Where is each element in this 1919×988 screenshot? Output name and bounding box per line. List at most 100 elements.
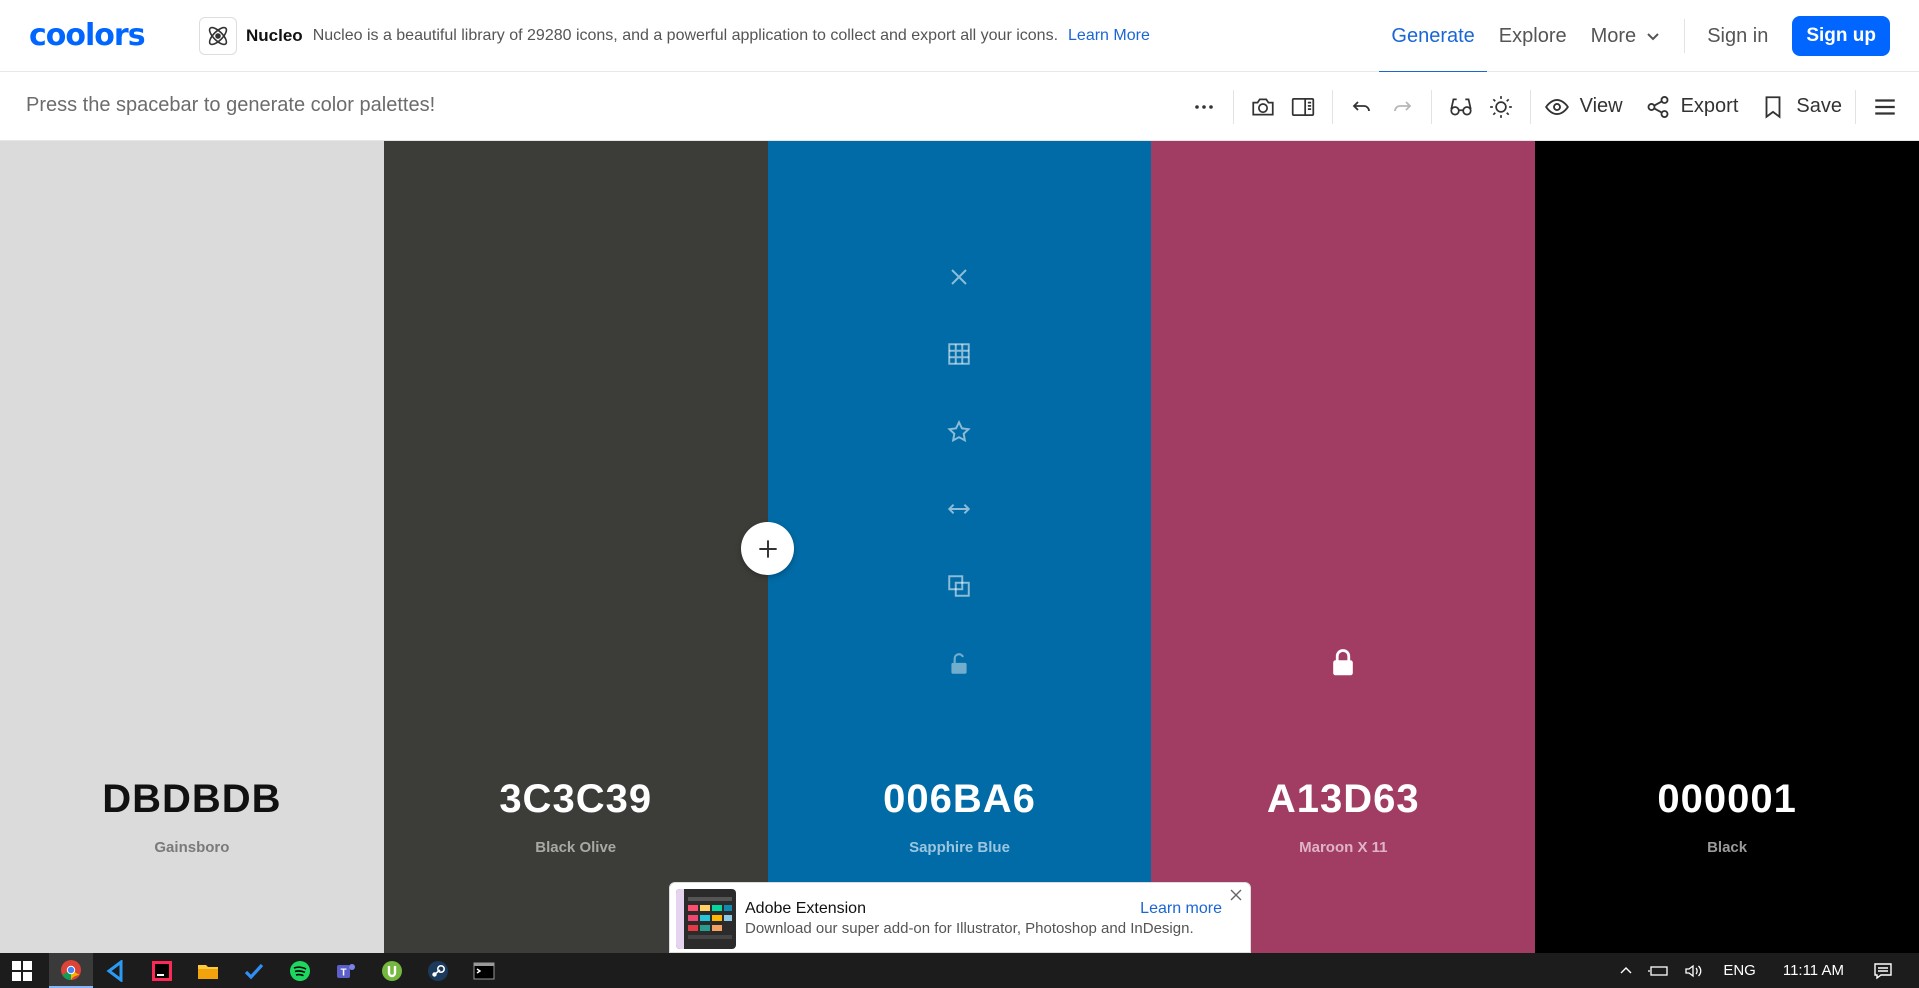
- bookmark-icon: [1765, 95, 1781, 119]
- nav-explore[interactable]: Explore: [1487, 0, 1579, 72]
- copy-icon: [948, 575, 971, 597]
- drag-color-button[interactable]: [943, 493, 975, 525]
- adjust-palette-button[interactable]: [1481, 87, 1521, 127]
- notifications-icon[interactable]: [1873, 962, 1893, 980]
- star-icon: [947, 420, 972, 443]
- toolbar-divider: [1232, 89, 1234, 124]
- color-swatch-3[interactable]: 006BA6 Sapphire Blue: [767, 141, 1152, 953]
- lock-color-button[interactable]: [943, 648, 975, 680]
- glasses-icon: [1449, 98, 1472, 115]
- clock[interactable]: 11:11 AM: [1783, 962, 1844, 979]
- copy-color-button[interactable]: [943, 570, 975, 602]
- save-label: Save: [1796, 95, 1842, 117]
- locked-color-button[interactable]: [1326, 645, 1360, 679]
- torrent-icon[interactable]: [378, 957, 406, 985]
- volume-icon[interactable]: [1684, 963, 1704, 979]
- chevron-up-icon[interactable]: [1618, 963, 1634, 979]
- promo-name[interactable]: Nucleo: [246, 26, 303, 46]
- promo-banner: Nucleo Nucleo is a beautiful library of …: [199, 17, 1150, 55]
- toolbar-actions: View Export Save: [1184, 72, 1905, 141]
- grid-icon: [948, 343, 971, 365]
- share-icon: [1647, 95, 1669, 118]
- view-shades-button[interactable]: [943, 338, 975, 370]
- swatch-hex[interactable]: 000001: [1535, 777, 1919, 822]
- add-color-button[interactable]: [741, 522, 794, 575]
- favorite-color-button[interactable]: [943, 416, 975, 448]
- more-options-button[interactable]: [1184, 87, 1224, 127]
- swatch-hex[interactable]: DBDBDB: [0, 777, 384, 822]
- swatch-color-name[interactable]: Maroon X 11: [1151, 839, 1535, 856]
- ad-title: Adobe Extension: [745, 900, 866, 917]
- undo-icon: [1352, 100, 1370, 111]
- terminal-icon[interactable]: [470, 957, 498, 985]
- chevron-down-icon: [1647, 33, 1659, 41]
- swatch-color-name[interactable]: Sapphire Blue: [768, 839, 1152, 856]
- swatch-color-name[interactable]: Gainsboro: [0, 839, 384, 856]
- nav-more[interactable]: More: [1579, 0, 1675, 72]
- generator-toolbar: Press the spacebar to generate color pal…: [0, 72, 1919, 141]
- view-label: View: [1579, 95, 1623, 117]
- swatch-hex[interactable]: A13D63: [1151, 777, 1535, 822]
- system-tray: ENG 11:11 AM: [1611, 953, 1919, 988]
- todo-icon[interactable]: [240, 957, 268, 985]
- swatch-color-name[interactable]: Black Olive: [384, 839, 768, 856]
- windows-start-icon[interactable]: [8, 957, 36, 985]
- color-swatch-5[interactable]: 000001 Black: [1535, 141, 1919, 953]
- intellij-icon[interactable]: [148, 957, 176, 985]
- color-blindness-button[interactable]: [1441, 87, 1481, 127]
- battery-icon[interactable]: [1648, 963, 1670, 979]
- language-indicator[interactable]: ENG: [1723, 962, 1756, 979]
- color-swatch-1[interactable]: DBDBDB Gainsboro: [0, 141, 384, 953]
- coolors-logo[interactable]: coolors: [29, 18, 146, 53]
- chrome-icon[interactable]: [49, 953, 93, 988]
- sign-in-link[interactable]: Sign in: [1695, 0, 1780, 72]
- windows-taskbar: T ENG 11:11 AM: [0, 953, 1919, 988]
- sign-up-button[interactable]: Sign up: [1792, 16, 1890, 56]
- nav-generate[interactable]: Generate: [1379, 0, 1488, 73]
- adobe-extension-ad[interactable]: Adobe Extension Download our super add-o…: [669, 882, 1251, 953]
- color-palette: DBDBDB Gainsboro 3C3C39 Black Olive 006B…: [0, 141, 1919, 953]
- steam-icon[interactable]: [424, 957, 452, 985]
- remove-color-button[interactable]: [943, 261, 975, 293]
- promo-text: Nucleo is a beautiful library of 29280 i…: [312, 27, 1059, 44]
- swatch-hex[interactable]: 3C3C39: [384, 777, 768, 822]
- hamburger-icon: [1875, 98, 1895, 115]
- swatch-color-name[interactable]: Black: [1535, 839, 1919, 856]
- arrows-horizontal-icon: [948, 503, 971, 515]
- plus-icon: [758, 539, 777, 558]
- camera-icon: [1251, 98, 1274, 115]
- close-icon: [951, 269, 968, 285]
- menu-button[interactable]: [1865, 87, 1905, 127]
- export-label: Export: [1680, 95, 1739, 117]
- teams-icon[interactable]: T: [332, 957, 360, 985]
- eye-icon: [1544, 98, 1569, 115]
- view-button[interactable]: View: [1540, 87, 1627, 127]
- spotify-icon[interactable]: [286, 957, 314, 985]
- ellipsis-icon: [1194, 104, 1213, 109]
- lock-icon: [1333, 649, 1354, 676]
- spacebar-hint: Press the spacebar to generate color pal…: [26, 94, 436, 116]
- ad-close-button[interactable]: [1228, 887, 1244, 903]
- redo-button[interactable]: [1382, 87, 1422, 127]
- camera-button[interactable]: [1243, 87, 1283, 127]
- nucleo-logo-icon[interactable]: [199, 17, 237, 55]
- toolbar-divider: [1331, 89, 1333, 124]
- vscode-icon[interactable]: [102, 957, 130, 985]
- save-button[interactable]: Save: [1756, 87, 1846, 127]
- sidebar-layout-icon: [1291, 97, 1314, 116]
- main-nav: Generate Explore More Sign in Sign up: [1379, 0, 1919, 73]
- file-explorer-icon[interactable]: [194, 957, 222, 985]
- toolbar-divider: [1430, 89, 1432, 124]
- swatch-hex[interactable]: 006BA6: [768, 777, 1152, 822]
- layout-button[interactable]: [1283, 87, 1323, 127]
- undo-button[interactable]: [1342, 87, 1382, 127]
- svg-text:T: T: [340, 968, 346, 979]
- nav-more-label: More: [1590, 24, 1637, 47]
- export-button[interactable]: Export: [1641, 87, 1743, 127]
- promo-learn-more-link[interactable]: Learn More: [1068, 27, 1150, 45]
- color-swatch-2[interactable]: 3C3C39 Black Olive: [383, 141, 768, 953]
- color-swatch-4[interactable]: A13D63 Maroon X 11: [1151, 141, 1536, 953]
- nav-divider: [1684, 19, 1686, 53]
- ad-learn-more-link[interactable]: Learn more: [1140, 900, 1222, 918]
- toolbar-divider: [1855, 89, 1856, 124]
